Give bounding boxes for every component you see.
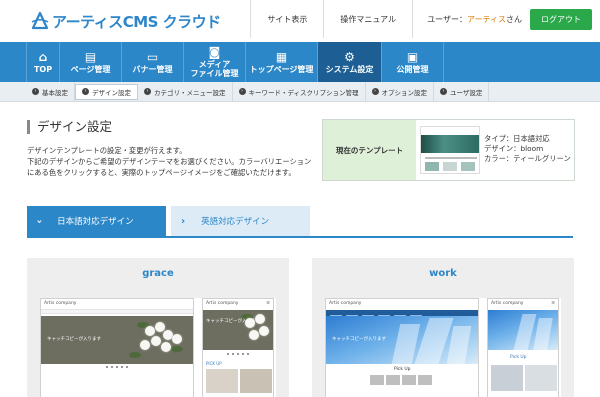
camera-icon: ◙ (208, 45, 221, 59)
template-color: カラー：ティールグリーン (484, 154, 571, 163)
subnav-label: デザイン設定 (92, 88, 131, 97)
hero-image: キャッチコピーが入ります (203, 310, 273, 350)
design-card-grace[interactable]: grace Artis company キャッチコピーが入ります Artis c… (27, 258, 289, 397)
nav-toppage[interactable]: ▦ トップページ管理 (246, 42, 318, 82)
view-site-link[interactable]: サイト表示 (250, 0, 323, 38)
template-type: タイプ：日本語対応 (484, 134, 550, 143)
design-name: work (429, 267, 457, 279)
design-name: grace (142, 267, 174, 279)
hero-copy: キャッチコピーが入ります (47, 337, 101, 342)
design-preview: Artis company キャッチコピーが入ります Pick Up Artis… (325, 298, 561, 397)
arrow-circle-icon: › (238, 88, 246, 95)
mobile-preview: Artis company ≡ キャッチコピーが入ります PICK UP (202, 298, 274, 397)
pages-icon: ▤ (84, 49, 97, 64)
tab-english-designs[interactable]: › 英語対応デザイン (171, 206, 310, 236)
subnav-label: 基本設定 (42, 88, 68, 97)
hero-copy: キャッチコピーが入ります (332, 337, 386, 342)
hero-image: キャッチコピーが入ります (41, 316, 193, 364)
desktop-preview: Artis company キャッチコピーが入ります Pick Up (325, 298, 479, 397)
arrow-circle-icon: › (32, 88, 39, 95)
hero-image (488, 310, 558, 350)
header: アーティスCMS クラウド サイト表示 操作マニュアル ユーザー： アーティス … (0, 0, 600, 42)
pickup-label: Pick Up (510, 355, 527, 360)
hero-image: キャッチコピーが入ります (326, 316, 478, 364)
nav-media[interactable]: ◙ メディア ファイル管理 (184, 42, 246, 82)
design-preview: Artis company キャッチコピーが入ります Artis company… (40, 298, 276, 397)
sub-nav: › 基本設定 › デザイン設定 › カテゴリ・メニュー設定 › キーワード・ディスクリプ… (0, 81, 600, 102)
pickup-label: PICK UP (206, 361, 222, 366)
user-suffix: さん (506, 14, 522, 24)
intro-line: 下記のデザインからご希望のデザインテーマをお選びください。カラーバリエーション (27, 157, 312, 166)
logo[interactable]: アーティスCMS クラウド (30, 9, 221, 33)
chevron-right-icon: › (181, 215, 186, 227)
subnav-basic[interactable]: › 基本設定 (26, 81, 75, 102)
preview-site-name: Artis company (206, 301, 239, 306)
nav-publish[interactable]: ▣ 公開管理 (382, 42, 444, 82)
subnav-category[interactable]: › カテゴリ・メニュー設定 (138, 81, 233, 102)
layout-icon: ▦ (275, 49, 288, 64)
preview-site-name: Artis company (329, 301, 362, 306)
nav-system-label: システム設定 (325, 64, 374, 74)
arrow-circle-icon: › (371, 88, 379, 95)
hero-copy: キャッチコピーが入ります (206, 319, 260, 324)
nav-system[interactable]: ⚙ システム設定 (318, 42, 382, 82)
tab-label: 英語対応デザイン (201, 217, 270, 227)
intro-line: デザインテンプレートの設定・変更が行えます。 (27, 146, 187, 155)
chevron-down-icon: › (33, 218, 45, 224)
design-card-work[interactable]: work Artis company キャッチコピーが入ります Pick Up … (312, 258, 574, 397)
design-tabs: › 日本語対応デザイン › 英語対応デザイン (27, 206, 573, 238)
subnav-option[interactable]: › オプション設定 (366, 81, 435, 102)
user-label: ユーザー： (427, 14, 467, 24)
page-title: デザイン設定 (27, 120, 112, 134)
gears-icon: ⚙ (344, 49, 355, 64)
menu-icon: ≡ (266, 301, 270, 306)
mobile-preview: Artis company ≡ Pick Up (487, 298, 559, 397)
nav-banner[interactable]: ▭ バナー管理 (122, 42, 184, 82)
preview-site-name: Artis company (491, 301, 524, 306)
nav-media-label-1: メディア (198, 60, 231, 69)
arrow-circle-icon: › (144, 88, 151, 95)
user-area: ユーザー： アーティス さん ログアウト (412, 0, 600, 38)
nav-pages[interactable]: ▤ ページ管理 (60, 42, 122, 82)
nav-top-label: TOP (33, 64, 53, 74)
arrow-circle-icon: › (440, 88, 448, 95)
nav-toppage-label: トップページ管理 (249, 64, 314, 74)
logout-button[interactable]: ログアウト (530, 8, 592, 30)
subnav-label: キーワード・ディスクリプション管理 (248, 88, 359, 97)
tab-label: 日本語対応デザイン (57, 217, 134, 227)
home-icon: ⌂ (38, 49, 48, 64)
subnav-user[interactable]: › ユーザ設定 (434, 81, 490, 102)
template-design: デザイン：bloom (484, 144, 544, 153)
preview-site-name: Artis company (44, 301, 77, 306)
subnav-design[interactable]: › デザイン設定 (75, 83, 138, 100)
subnav-keyword[interactable]: › キーワード・ディスクリプション管理 (233, 81, 366, 102)
current-template-info: タイプ：日本語対応 デザイン：bloom カラー：ティールグリーン (480, 120, 571, 180)
subnav-label: オプション設定 (381, 88, 428, 97)
monitor-icon: ▣ (406, 49, 419, 64)
intro-line: にある色をクリックすると、実際のトップページイメージをご確認いただけます。 (27, 168, 296, 177)
manual-link[interactable]: 操作マニュアル (323, 0, 412, 38)
subnav-label: ユーザ設定 (450, 88, 483, 97)
arrow-circle-icon: › (82, 88, 89, 95)
subnav-label: カテゴリ・メニュー設定 (154, 88, 226, 97)
intro-text: デザインテンプレートの設定・変更が行えます。 下記のデザインからご希望のデザイン… (27, 145, 312, 178)
nav-pages-label: ページ管理 (70, 64, 111, 74)
current-template-box: 現在のテンプレート タイプ：日本語対応 デザイン：bloom カラー：ティールグ… (322, 119, 575, 181)
nav-media-label-2: ファイル管理 (190, 69, 239, 78)
logo-mark-icon (31, 11, 49, 30)
nav-banner-label: バナー管理 (132, 64, 173, 74)
banner-icon: ▭ (146, 49, 159, 64)
pickup-label: Pick Up (394, 367, 411, 372)
nav-publish-label: 公開管理 (396, 64, 429, 74)
tab-japanese-designs[interactable]: › 日本語対応デザイン (27, 206, 166, 236)
current-template-label: 現在のテンプレート (323, 120, 416, 180)
menu-icon: ≡ (551, 301, 555, 306)
logo-text: アーティスCMS クラウド (52, 12, 221, 31)
nav-top[interactable]: ⌂ TOP (26, 42, 60, 82)
desktop-preview: Artis company キャッチコピーが入ります (40, 298, 194, 397)
current-template-thumbnail (420, 126, 480, 174)
main-nav: ⌂ TOP ▤ ページ管理 ▭ バナー管理 ◙ メディア ファイル管理 ▦ トッ… (0, 42, 600, 82)
header-links: サイト表示 操作マニュアル ユーザー： アーティス さん ログアウト (250, 0, 600, 38)
user-name: アーティス (466, 14, 506, 24)
